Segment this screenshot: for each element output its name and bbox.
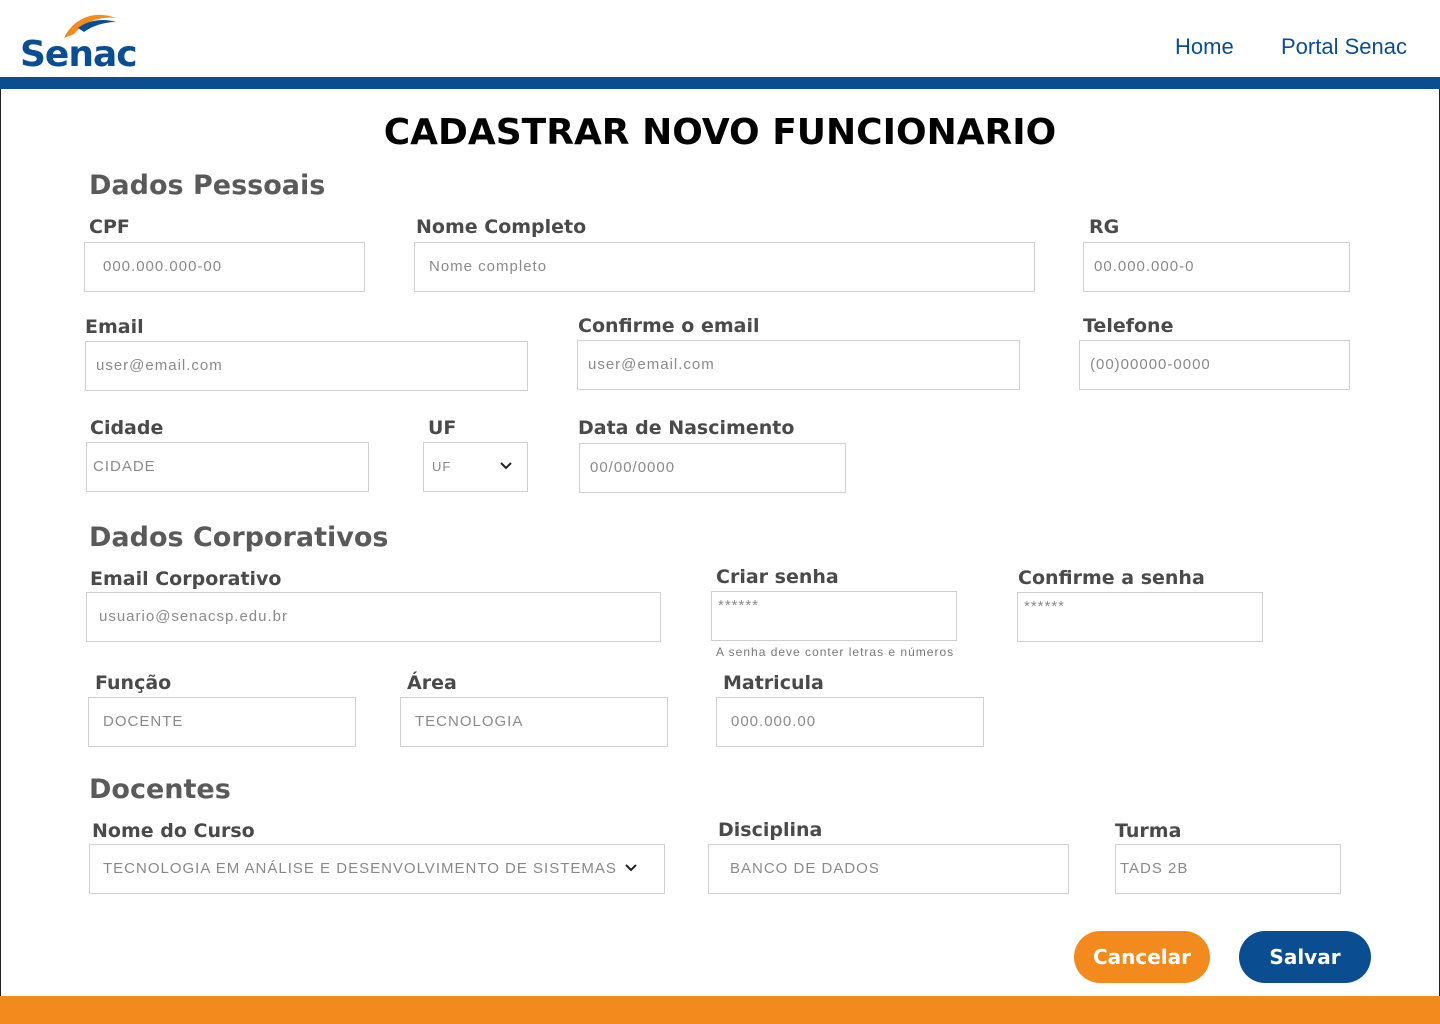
chevron-down-icon: [625, 864, 637, 872]
section-dados-corporativos: Dados Corporativos: [89, 522, 389, 553]
funcao-label: Função: [95, 672, 172, 694]
funcao-field[interactable]: [88, 697, 356, 747]
turma-field[interactable]: [1115, 844, 1341, 894]
telefone-input[interactable]: [1090, 341, 1319, 389]
uf-label: UF: [428, 417, 457, 439]
area-field[interactable]: [400, 697, 668, 747]
telefone-label: Telefone: [1083, 315, 1174, 337]
uf-select-value: UF: [432, 459, 452, 474]
confirm-senha-field[interactable]: [1017, 583, 1263, 642]
confirm-email-input[interactable]: [588, 341, 989, 389]
chevron-down-icon: [500, 462, 512, 470]
funcao-input[interactable]: [103, 698, 329, 746]
senac-logo[interactable]: Senac: [20, 8, 138, 75]
nav-home-link[interactable]: Home: [1175, 34, 1234, 60]
disciplina-label: Disciplina: [718, 819, 823, 841]
nome-input[interactable]: [429, 243, 1008, 291]
logo-text: Senac: [20, 34, 138, 75]
save-button[interactable]: Salvar: [1239, 931, 1371, 983]
section-docentes: Docentes: [89, 774, 231, 805]
nascimento-input[interactable]: [590, 444, 815, 492]
turma-input[interactable]: [1120, 845, 1304, 893]
disciplina-input[interactable]: [730, 845, 1049, 893]
cpf-field[interactable]: [84, 242, 365, 292]
footer-bar: [0, 996, 1440, 1024]
telefone-field[interactable]: [1079, 340, 1350, 390]
nome-field[interactable]: [414, 242, 1035, 292]
cpf-label: CPF: [89, 216, 130, 238]
header-bar: [0, 77, 1440, 89]
cidade-field[interactable]: [86, 442, 369, 492]
matricula-label: Matricula: [723, 672, 824, 694]
matricula-input[interactable]: [731, 698, 957, 746]
nome-label: Nome Completo: [416, 216, 587, 238]
rg-label: RG: [1089, 216, 1120, 238]
nav-portal-link[interactable]: Portal Senac: [1281, 34, 1407, 60]
confirm-email-label: Confirme o email: [578, 315, 760, 337]
nascimento-label: Data de Nascimento: [578, 417, 795, 439]
page-title: CADASTRAR NOVO FUNCIONARIO: [383, 112, 1057, 153]
email-corp-input[interactable]: [99, 593, 632, 641]
cidade-label: Cidade: [90, 417, 164, 439]
curso-label: Nome do Curso: [92, 820, 255, 842]
confirm-senha-input[interactable]: [1024, 583, 1228, 631]
uf-select[interactable]: UF: [423, 442, 528, 492]
cancel-button[interactable]: Cancelar: [1074, 931, 1210, 983]
nascimento-field[interactable]: [579, 443, 846, 493]
email-field[interactable]: [85, 341, 528, 391]
confirm-email-field[interactable]: [577, 340, 1020, 390]
senha-hint: A senha deve conter letras e números: [716, 645, 955, 659]
section-dados-pessoais: Dados Pessoais: [89, 170, 326, 201]
disciplina-field[interactable]: [708, 844, 1069, 894]
cpf-input[interactable]: [103, 243, 342, 291]
rg-field[interactable]: [1083, 242, 1350, 292]
curso-select-value: TECNOLOGIA EM ANÁLISE E DESENVOLVIMENTO …: [103, 860, 617, 877]
cidade-input[interactable]: [93, 443, 334, 491]
senha-input[interactable]: [718, 582, 922, 630]
header: Senac Home Portal Senac: [0, 0, 1440, 78]
rg-input[interactable]: [1094, 243, 1319, 291]
matricula-field[interactable]: [716, 697, 984, 747]
area-input[interactable]: [415, 698, 641, 746]
turma-label: Turma: [1115, 820, 1182, 842]
curso-select[interactable]: TECNOLOGIA EM ANÁLISE E DESENVOLVIMENTO …: [89, 844, 665, 894]
email-label: Email: [85, 316, 144, 338]
email-corp-label: Email Corporativo: [90, 568, 282, 590]
area-label: Área: [407, 672, 457, 694]
senha-field[interactable]: [711, 582, 957, 641]
email-input[interactable]: [96, 342, 497, 390]
email-corp-field[interactable]: [86, 592, 661, 642]
